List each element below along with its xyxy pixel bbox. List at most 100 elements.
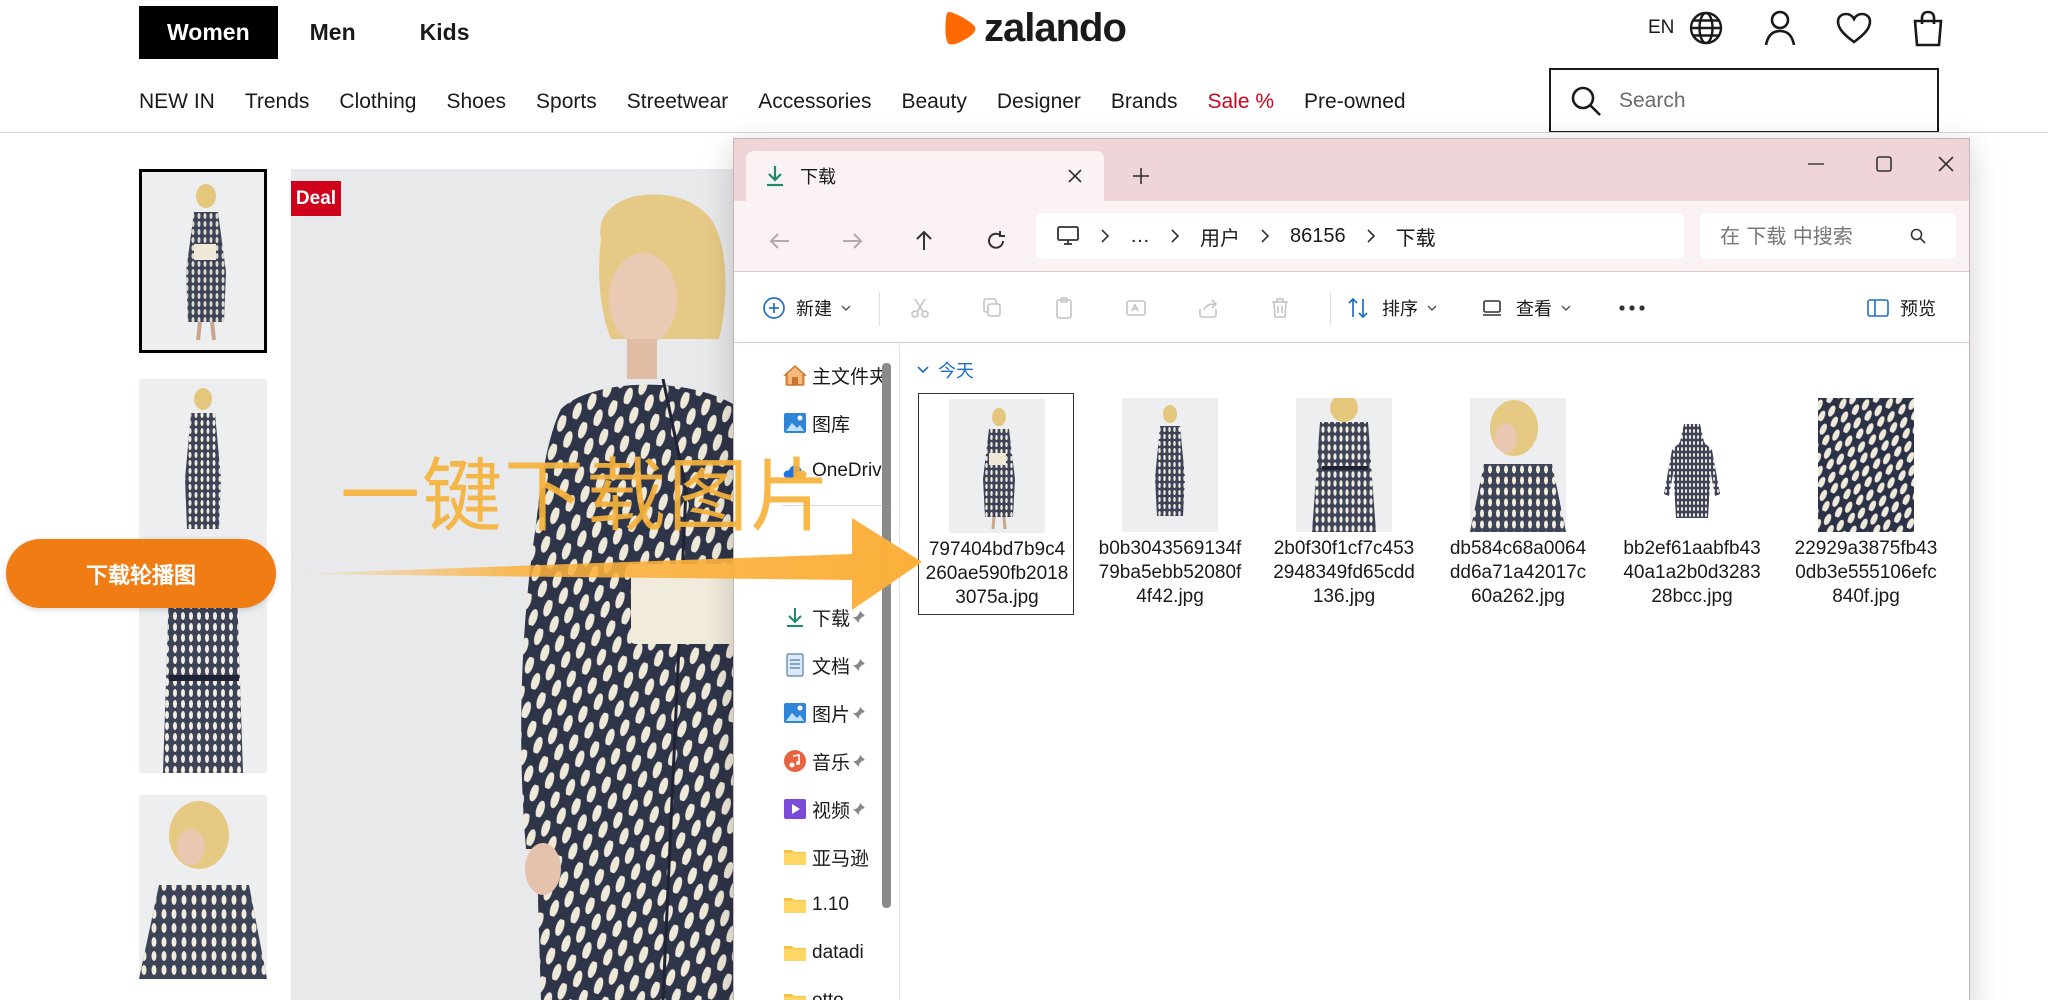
group-header-today[interactable]: 今天	[916, 357, 974, 383]
paste-icon[interactable]	[1046, 288, 1082, 328]
chevron-down-icon	[917, 366, 929, 374]
explorer-search-input[interactable]	[1720, 224, 1910, 248]
bag-icon[interactable]	[1908, 8, 1948, 48]
language-label[interactable]: EN	[1648, 17, 1674, 39]
cut-icon[interactable]	[902, 288, 938, 328]
nav-trends[interactable]: Trends	[245, 90, 310, 114]
file-explorer-window: 下载 … 用户 86156 下载 在 下载 中搜索 新建 排序 查看 预览 主文…	[733, 138, 1970, 1000]
file-item[interactable]: 2b0f30f1cf7c4532948349fd65cdd136.jpg	[1266, 393, 1422, 615]
sidebar-item-folder-datadi[interactable]: datadi	[782, 935, 887, 971]
file-thumbnail	[1644, 398, 1740, 532]
search-input[interactable]	[1619, 88, 1919, 113]
sort-icon	[1340, 290, 1376, 326]
address-bar[interactable]: … 用户 86156 下载	[1036, 213, 1684, 259]
nav-accessories[interactable]: Accessories	[758, 90, 871, 114]
copy-icon[interactable]	[974, 288, 1010, 328]
file-item[interactable]: b0b3043569134f79ba5ebb52080f4f42.jpg	[1092, 393, 1248, 615]
nav-new-in[interactable]: NEW IN	[139, 90, 215, 114]
tab-kids[interactable]: Kids	[388, 6, 502, 59]
thumbnail-3[interactable]	[139, 589, 267, 773]
address-bar-row: … 用户 86156 下载	[734, 201, 1969, 281]
header-icons: EN	[1648, 6, 1948, 50]
thumbnail-4[interactable]	[139, 795, 267, 979]
nav-beauty[interactable]: Beauty	[901, 90, 966, 114]
pictures-icon	[784, 703, 806, 723]
nav-sale[interactable]: Sale %	[1207, 90, 1274, 114]
nav-pre-owned[interactable]: Pre-owned	[1304, 90, 1406, 114]
search-box[interactable]	[1549, 68, 1939, 133]
new-tab-icon[interactable]	[1126, 161, 1156, 191]
file-item[interactable]: 797404bd7b9c4260ae590fb20183075a.jpg	[918, 393, 1074, 615]
nav-shoes[interactable]: Shoes	[446, 90, 506, 114]
nav-sports[interactable]: Sports	[536, 90, 597, 114]
share-icon[interactable]	[1190, 288, 1226, 328]
nav-streetwear[interactable]: Streetwear	[627, 90, 729, 114]
nav-clothing[interactable]: Clothing	[339, 90, 416, 114]
sidebar-item-folder-1-10[interactable]: 1.10	[782, 887, 887, 923]
forward-arrow-icon[interactable]	[834, 223, 870, 259]
breadcrumb-user-folder[interactable]: 86156	[1290, 225, 1346, 248]
sidebar-item-home[interactable]: 主文件夹	[782, 357, 887, 393]
sidebar-item-folder-otto[interactable]: otto	[782, 983, 887, 1000]
sidebar-item-label: 1.10	[812, 894, 849, 915]
breadcrumb-downloads[interactable]: 下载	[1396, 222, 1436, 251]
preview-pane-button[interactable]: 预览	[1860, 288, 1936, 328]
sort-button[interactable]: 排序	[1340, 288, 1438, 328]
file-item[interactable]: bb2ef61aabfb4340a1a2b0d328328bcc.jpg	[1614, 393, 1770, 615]
sidebar-item-music[interactable]: 音乐	[782, 743, 887, 779]
download-carousel-button[interactable]: 下载轮播图	[6, 539, 276, 608]
file-name: b0b3043569134f79ba5ebb52080f4f42.jpg	[1098, 538, 1242, 607]
thumbnail-2[interactable]	[139, 379, 267, 563]
user-icon[interactable]	[1760, 8, 1800, 48]
new-button[interactable]: 新建	[756, 288, 852, 328]
sidebar-item-videos[interactable]: 视频	[782, 791, 887, 827]
up-arrow-icon[interactable]	[906, 223, 942, 259]
more-options-icon[interactable]	[1614, 288, 1650, 328]
heart-icon[interactable]	[1834, 8, 1874, 48]
delete-icon[interactable]	[1262, 288, 1298, 328]
back-arrow-icon[interactable]	[762, 223, 798, 259]
globe-icon[interactable]	[1686, 8, 1726, 48]
tab-women[interactable]: Women	[139, 6, 278, 59]
breadcrumb-users[interactable]: 用户	[1200, 222, 1240, 251]
chevron-down-icon	[1427, 305, 1437, 311]
music-icon	[784, 750, 806, 772]
nav-brands[interactable]: Brands	[1111, 90, 1178, 114]
breadcrumb-more[interactable]: …	[1130, 225, 1150, 248]
explorer-search-box[interactable]	[1700, 213, 1956, 259]
thumbnail-1[interactable]	[139, 169, 267, 353]
group-header-label: 今天	[938, 361, 974, 381]
sidebar-item-label: 音乐	[812, 752, 851, 774]
deal-badge: Deal	[291, 181, 341, 216]
file-name: bb2ef61aabfb4340a1a2b0d328328bcc.jpg	[1623, 538, 1761, 607]
zalando-wordmark: zalando	[984, 5, 1127, 50]
sidebar-item-label: 下载	[812, 608, 851, 630]
sidebar-item-documents[interactable]: 文档	[782, 647, 887, 683]
sidebar-item-downloads[interactable]: 下载	[782, 599, 887, 635]
view-button[interactable]: 查看	[1474, 288, 1572, 328]
nav-designer[interactable]: Designer	[997, 90, 1081, 114]
maximize-icon[interactable]	[1860, 147, 1908, 181]
explorer-tab[interactable]: 下载	[746, 151, 1104, 201]
sidebar-scrollbar[interactable]	[882, 363, 891, 908]
file-item[interactable]: db584c68a0064dd6a71a42017c60a262.jpg	[1440, 393, 1596, 615]
file-thumbnail	[1296, 398, 1392, 532]
main-product-image[interactable]	[291, 169, 751, 1000]
sidebar-item-label: otto	[812, 990, 844, 1000]
sidebar-item-label: 图片	[812, 704, 851, 726]
file-item[interactable]: 22929a3875fb430db3e555106efc840f.jpg	[1788, 393, 1944, 615]
search-icon	[1571, 86, 1601, 116]
sidebar-item-pictures[interactable]: 图片	[782, 695, 887, 731]
video-icon	[784, 799, 806, 819]
tab-men[interactable]: Men	[278, 6, 388, 59]
chevron-right-icon	[1258, 229, 1272, 243]
minimize-icon[interactable]	[1792, 147, 1840, 181]
file-name: 22929a3875fb430db3e555106efc840f.jpg	[1794, 538, 1938, 607]
rename-icon[interactable]	[1118, 288, 1154, 328]
tab-close-icon[interactable]	[1060, 161, 1090, 191]
chevron-right-icon	[1168, 229, 1182, 243]
sidebar-item-folder-amazon[interactable]: 亚马逊	[782, 839, 887, 875]
close-window-icon[interactable]	[1922, 147, 1969, 181]
refresh-icon[interactable]	[978, 223, 1014, 259]
zalando-logo[interactable]: zalando	[944, 5, 1127, 50]
